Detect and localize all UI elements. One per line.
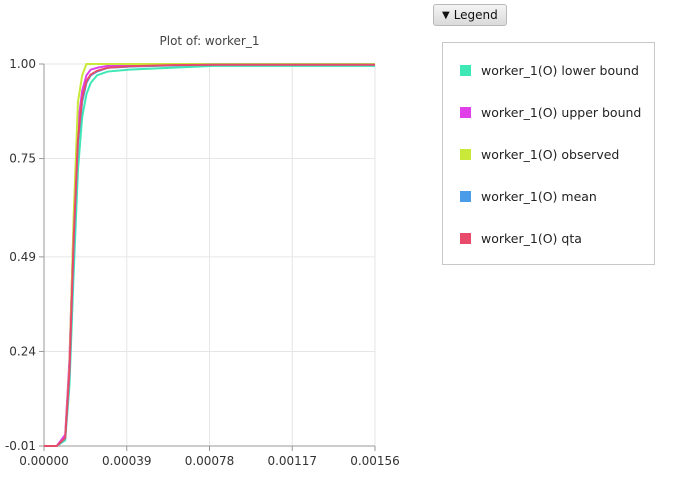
legend-label: worker_1(O) lower bound	[481, 63, 639, 78]
legend-toggle-button[interactable]: ▼ Legend	[433, 4, 507, 26]
x-tick-label: 0.00156	[350, 454, 400, 468]
legend-label: worker_1(O) qta	[481, 231, 582, 246]
y-tick-label: 0.24	[9, 344, 36, 358]
legend-swatch	[460, 107, 471, 118]
legend-label: worker_1(O) mean	[481, 189, 597, 204]
triangle-down-icon: ▼	[442, 9, 450, 21]
axes	[39, 63, 376, 451]
x-tick-label: 0.00000	[19, 454, 69, 468]
y-tick-label: 0.49	[9, 250, 36, 264]
legend-label: worker_1(O) observed	[481, 147, 620, 162]
legend-item[interactable]: worker_1(O) observed	[460, 147, 619, 162]
legend-swatch	[460, 65, 471, 76]
x-tick-label: 0.00078	[185, 454, 235, 468]
legend-item[interactable]: worker_1(O) mean	[460, 189, 597, 204]
legend-item[interactable]: worker_1(O) qta	[460, 231, 582, 246]
x-tick-label: 0.00117	[267, 454, 317, 468]
legend-swatch	[460, 149, 471, 160]
legend-label: worker_1(O) upper bound	[481, 105, 642, 120]
y-tick-label: 0.75	[9, 152, 36, 166]
tick-labels: 1.00 0.75 0.49 0.24 -0.010.00000 0.00039 0.000…	[5, 57, 400, 468]
y-tick-label: 1.00	[9, 57, 36, 71]
legend: worker_1(O) lower bound worker_1(O) uppe…	[442, 42, 655, 265]
legend-item[interactable]: worker_1(O) upper bound	[460, 105, 641, 120]
legend-swatch	[460, 233, 471, 244]
legend-toggle-label: Legend	[453, 8, 498, 22]
legend-item[interactable]: worker_1(O) lower bound	[460, 63, 639, 78]
grid	[43, 63, 376, 447]
legend-swatch	[460, 191, 471, 202]
y-tick-label: -0.01	[5, 439, 36, 453]
x-tick-label: 0.00039	[102, 454, 152, 468]
